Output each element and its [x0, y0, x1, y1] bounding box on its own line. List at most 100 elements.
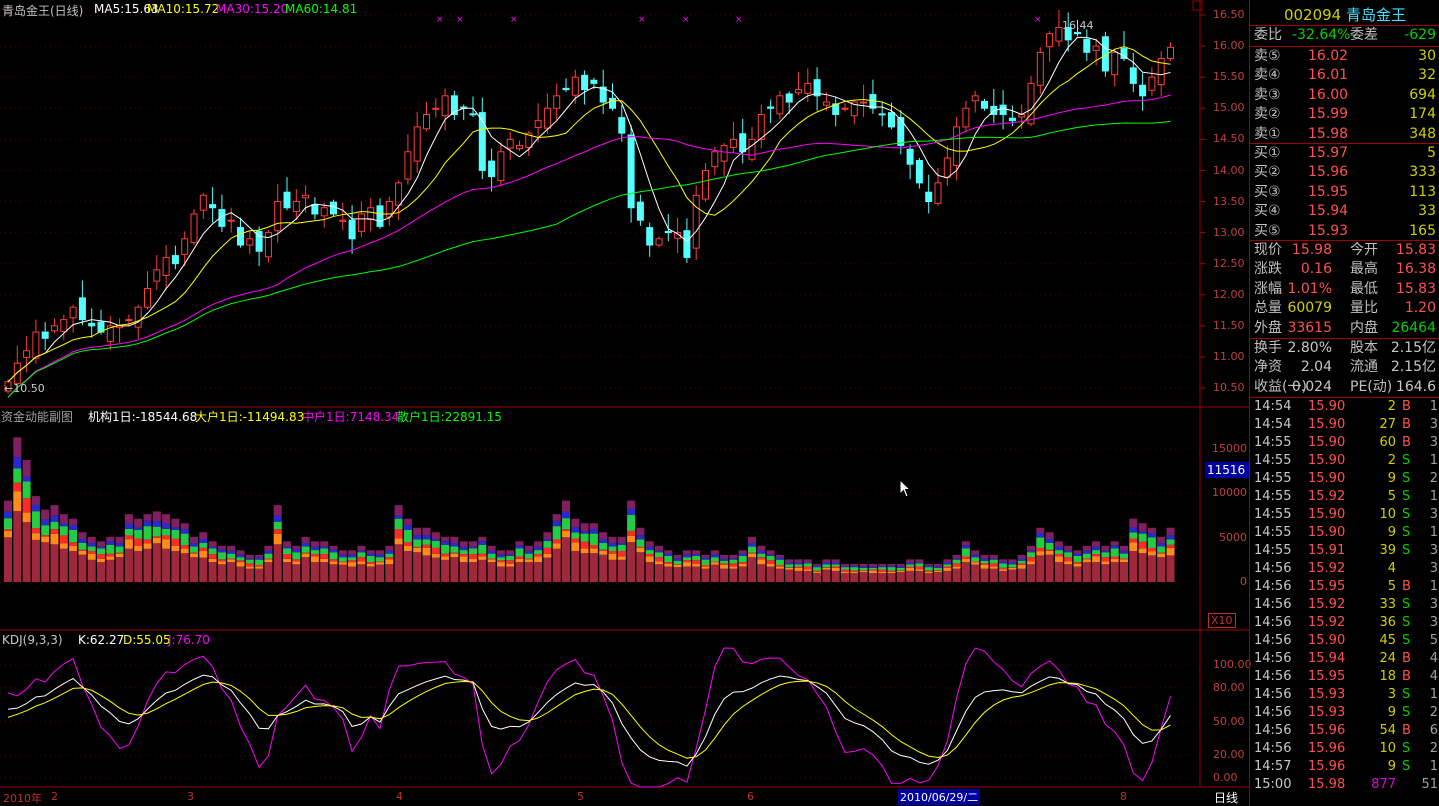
volume-segment	[78, 539, 87, 543]
trade-price: 15.92	[1308, 489, 1346, 504]
volume-segment	[301, 557, 310, 582]
trade-count: 51	[1421, 777, 1438, 792]
trade-row: 14:55 15.90 2 S 1	[1254, 452, 1438, 470]
trade-price: 15.90	[1308, 471, 1346, 486]
trade-side: B	[1402, 579, 1411, 594]
scale-badge[interactable]: X10	[1208, 613, 1236, 628]
volume-segment	[720, 558, 729, 561]
trade-row: 14:56 15.95 18 B 4	[1254, 668, 1438, 686]
trade-volume: 2	[1387, 399, 1396, 414]
candle-down	[664, 230, 672, 234]
candle-down	[1139, 84, 1147, 97]
volume-segment	[245, 554, 254, 559]
volume-segment	[571, 532, 580, 539]
volume-segment	[608, 546, 617, 551]
volume-segment	[422, 547, 431, 556]
candle-up	[125, 319, 133, 322]
volume-segment	[868, 569, 877, 571]
volume-segment	[41, 535, 50, 537]
volume-segment	[227, 553, 236, 559]
volume-segment	[320, 558, 329, 563]
trade-side: B	[1402, 435, 1411, 450]
candle-down	[1008, 117, 1016, 122]
volume-segment	[1064, 561, 1073, 565]
period-label[interactable]: 日线	[1214, 789, 1238, 806]
volume-segment	[310, 554, 319, 557]
candle-up	[181, 238, 189, 255]
buy-level: 买② 15.96 333	[1254, 163, 1436, 182]
volume-segment	[794, 559, 803, 563]
volume-segment	[562, 518, 570, 530]
candle-down	[171, 255, 179, 265]
candle-up	[516, 145, 523, 150]
volume-segment	[1045, 542, 1054, 550]
volume-segment	[376, 554, 384, 558]
volume-segment	[850, 570, 859, 572]
volume-segment	[673, 564, 682, 568]
volume-segment	[980, 554, 989, 559]
fin-label: 净资	[1254, 359, 1282, 376]
volume-segment	[1157, 553, 1166, 558]
stat-row: 总量 60079 量比 1.20	[1254, 299, 1436, 318]
trade-volume: 9	[1387, 471, 1396, 486]
price-tick: 16.00	[1213, 39, 1245, 53]
volume-segment	[199, 532, 208, 540]
volume-segment	[41, 525, 50, 536]
level-volume: 174	[1409, 106, 1436, 123]
volume-segment	[1157, 552, 1166, 554]
volume-segment	[143, 514, 152, 521]
level-label: 买④	[1254, 203, 1281, 220]
volume-segment	[785, 559, 794, 563]
volume-segment	[1054, 562, 1063, 582]
trade-volume: 2	[1387, 453, 1396, 468]
volume-segment	[701, 559, 710, 565]
volume-segment	[1147, 547, 1156, 552]
volume-segment	[1008, 564, 1017, 568]
volume-segment	[785, 564, 794, 568]
volume-segment	[59, 543, 68, 549]
candle-up	[274, 201, 282, 232]
volume-segment	[701, 568, 710, 582]
trade-side: B	[1402, 723, 1411, 738]
kdj-j-line	[7, 647, 1171, 788]
trade-volume: 18	[1379, 669, 1396, 684]
volume-segment	[292, 564, 301, 582]
volume-segment	[171, 527, 180, 530]
signal-marker: ×	[638, 15, 646, 25]
volume-segment	[1036, 527, 1045, 534]
volume-segment	[841, 567, 849, 570]
trade-count: 6	[1429, 723, 1438, 738]
volume-segment	[199, 550, 208, 558]
volume-segment	[338, 564, 347, 582]
volume-segment	[50, 521, 59, 530]
volume-segment	[394, 538, 403, 545]
volume-segment	[1036, 555, 1045, 582]
volume-segment	[887, 571, 896, 574]
volume-segment	[524, 550, 533, 554]
candle-up	[971, 95, 979, 102]
level-label: 买②	[1254, 164, 1281, 181]
volume-segment	[831, 564, 840, 567]
volume-segment	[506, 564, 515, 567]
volume-segment	[459, 550, 468, 555]
volume-segment	[692, 564, 701, 567]
volume-segment	[813, 570, 822, 572]
volume-segment	[1129, 518, 1138, 528]
level-price: 15.99	[1308, 106, 1349, 123]
trade-count: 2	[1429, 705, 1438, 720]
volume-segment	[878, 569, 887, 572]
volume-segment	[97, 562, 105, 582]
candle-down	[581, 74, 589, 91]
level-label: 卖④	[1254, 67, 1281, 84]
level-label: 卖①	[1254, 125, 1281, 142]
volume-segment	[385, 559, 394, 565]
candle-up	[292, 201, 300, 212]
volume-segment	[924, 570, 933, 572]
volume-segment	[738, 550, 747, 554]
chart-area[interactable]: × × × × × × ×	[0, 0, 1249, 806]
trade-time: 14:56	[1254, 561, 1292, 576]
volume-segment	[78, 532, 87, 540]
price-tick: 16.50	[1213, 8, 1245, 21]
volume-segment	[1101, 561, 1110, 565]
volume-segment	[896, 572, 905, 582]
